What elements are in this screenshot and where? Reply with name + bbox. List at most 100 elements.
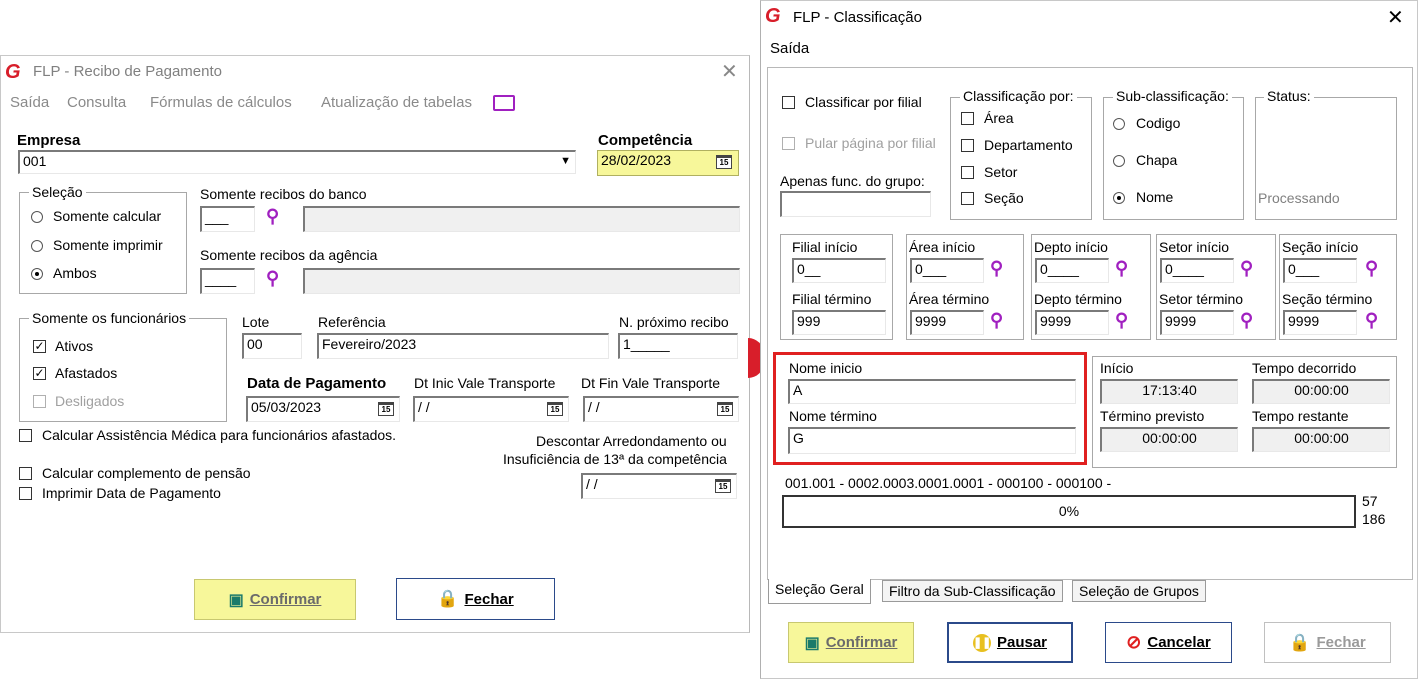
depto-termino-field[interactable]: 9999 (1035, 310, 1109, 335)
chevron-down-icon[interactable]: ▼ (560, 155, 571, 167)
menu-consulta[interactable]: Consulta (67, 94, 126, 111)
banco-label: Somente recibos do banco (200, 186, 367, 202)
radio-somente-calcular[interactable] (31, 211, 43, 223)
calendar-icon[interactable]: 15 (717, 402, 733, 416)
checkbox-area[interactable] (961, 112, 974, 125)
cancel-icon: ⊘ (1126, 632, 1142, 652)
imprimir-data-label: Imprimir Data de Pagamento (42, 485, 221, 501)
secao-termino-label: Seção término (1282, 291, 1373, 307)
radio-chapa[interactable] (1113, 155, 1125, 167)
close-icon[interactable]: ✕ (1387, 5, 1404, 30)
termino-previsto-label: Término previsto (1100, 408, 1205, 424)
agencia-label: Somente recibos da agência (200, 247, 378, 263)
agencia-code-field[interactable]: ____ (200, 268, 255, 294)
calendar-icon[interactable]: 15 (378, 402, 394, 416)
checkbox-secao[interactable] (961, 192, 974, 205)
app-logo-icon: G (5, 61, 21, 83)
calendar-icon[interactable]: 15 (715, 479, 731, 493)
grupo-field[interactable] (780, 191, 931, 217)
search-area-termino-icon[interactable]: ⚲ (990, 310, 1003, 331)
area-termino-field[interactable]: 9999 (910, 310, 984, 335)
confirmar-button[interactable]: ▣ Confirmar (788, 622, 914, 663)
menu-saida[interactable]: Saída (770, 40, 809, 57)
menu-formulas[interactable]: Fórmulas de cálculos (150, 94, 292, 111)
setor-inicio-field[interactable]: 0____ (1160, 258, 1234, 283)
window-title: FLP - Recibo de Pagamento (33, 63, 223, 80)
data-pagamento-label: Data de Pagamento (247, 375, 387, 392)
tab-selecao-geral[interactable]: Seleção Geral (768, 579, 871, 604)
proximo-label: N. próximo recibo (619, 314, 729, 330)
filial-inicio-label: Filial início (792, 239, 858, 255)
calendar-icon[interactable]: 15 (547, 402, 563, 416)
search-banco-icon[interactable]: ⚲ (266, 206, 279, 227)
cancelar-button[interactable]: ⊘ Cancelar (1105, 622, 1232, 663)
vt-fim-label: Dt Fin Vale Transporte (581, 375, 721, 391)
empresa-select[interactable]: 001 ▼ (18, 150, 576, 174)
checkbox-pensao[interactable] (19, 467, 32, 480)
nome-inicio-field[interactable]: A (788, 379, 1076, 404)
pausar-button[interactable]: ❚❚ Pausar (947, 622, 1073, 663)
search-depto-termino-icon[interactable]: ⚲ (1115, 310, 1128, 331)
checkbox-ativos[interactable]: ✓ (33, 340, 46, 353)
search-secao-termino-icon[interactable]: ⚲ (1365, 310, 1378, 331)
apenas-grupo-label: Apenas func. do grupo: (780, 173, 925, 189)
checkbox-imprimir-data[interactable] (19, 487, 32, 500)
agencia-name-field (303, 268, 740, 294)
status-title: Status: (1264, 88, 1314, 104)
calendar-icon[interactable]: 15 (716, 155, 732, 169)
nome-inicio-label: Nome inicio (789, 360, 863, 376)
checkbox-classificar-filial[interactable] (782, 96, 795, 109)
desconto-field[interactable]: / / 15 (581, 473, 737, 499)
tab-selecao-grupos[interactable]: Seleção de Grupos (1072, 580, 1206, 602)
search-agencia-icon[interactable]: ⚲ (266, 268, 279, 289)
filial-termino-label: Filial término (792, 291, 872, 307)
fechar-button[interactable]: 🔒 Fechar (396, 578, 555, 620)
search-setor-inicio-icon[interactable]: ⚲ (1240, 258, 1253, 279)
vt-inicio-field[interactable]: / / 15 (413, 396, 569, 422)
search-setor-termino-icon[interactable]: ⚲ (1240, 310, 1253, 331)
checkbox-assist-medica[interactable] (19, 429, 32, 442)
menu-atualizacao[interactable]: Atualização de tabelas (321, 94, 472, 111)
selecao-title: Seleção (29, 184, 86, 200)
radio-somente-imprimir[interactable] (31, 240, 43, 252)
radio-ambos[interactable] (31, 268, 43, 280)
data-pagamento-field[interactable]: 05/03/2023 15 (246, 396, 400, 422)
checkbox-afastados[interactable]: ✓ (33, 367, 46, 380)
setor-termino-field[interactable]: 9999 (1160, 310, 1234, 335)
close-icon[interactable]: ✕ (721, 59, 738, 84)
tab-filtro-sub[interactable]: Filtro da Sub-Classificação (882, 580, 1063, 602)
sub-classif-title: Sub-classificação: (1113, 88, 1232, 104)
monitor-icon[interactable] (493, 95, 515, 111)
proximo-field[interactable]: 1_____ (618, 333, 738, 359)
radio-somente-calcular-label: Somente calcular (53, 208, 162, 224)
competencia-field[interactable]: 28/02/2023 15 (597, 150, 739, 176)
depto-inicio-field[interactable]: 0____ (1035, 258, 1109, 283)
radio-codigo[interactable] (1113, 118, 1125, 130)
secao-inicio-field[interactable]: 0___ (1283, 258, 1357, 283)
checkbox-setor[interactable] (961, 166, 974, 179)
referencia-label: Referência (318, 314, 386, 330)
checkbox-departamento[interactable] (961, 139, 974, 152)
search-secao-inicio-icon[interactable]: ⚲ (1365, 258, 1378, 279)
referencia-field[interactable]: Fevereiro/2023 (317, 333, 609, 359)
search-depto-inicio-icon[interactable]: ⚲ (1115, 258, 1128, 279)
lote-field[interactable]: 00 (242, 333, 302, 359)
filial-termino-field[interactable]: 999 (792, 310, 886, 335)
secao-termino-field[interactable]: 9999 (1283, 310, 1357, 335)
progress-bar: 0% (782, 495, 1356, 528)
radio-nome[interactable] (1113, 192, 1125, 204)
area-inicio-field[interactable]: 0___ (910, 258, 984, 283)
filial-inicio-field[interactable]: 0__ (792, 258, 886, 283)
lock-icon: 🔒 (1289, 632, 1311, 652)
save-icon: ▣ (804, 634, 820, 652)
setor-label: Setor (984, 164, 1018, 180)
search-area-inicio-icon[interactable]: ⚲ (990, 258, 1003, 279)
nome-termino-label: Nome término (789, 408, 877, 424)
desconto-label-2: Insuficiência de 13ª da competência (503, 451, 727, 467)
banco-code-field[interactable]: ___ (200, 206, 255, 232)
confirmar-button[interactable]: ▣ Confirmar (194, 579, 356, 620)
nome-termino-field[interactable]: G (788, 427, 1076, 454)
menu-saida[interactable]: Saída (10, 94, 49, 111)
vt-fim-field[interactable]: / / 15 (583, 396, 739, 422)
fechar-button: 🔒 Fechar (1264, 622, 1391, 663)
